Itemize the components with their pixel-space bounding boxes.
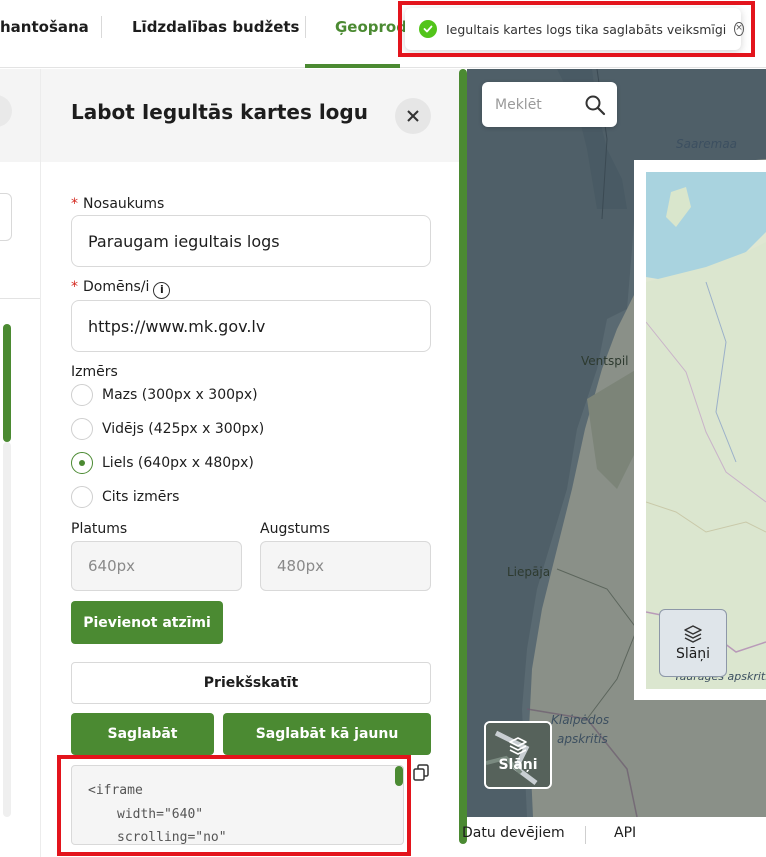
close-icon [407, 110, 419, 122]
map-label-ventspils: Ventspil [581, 354, 629, 368]
background-button [0, 95, 12, 127]
copy-icon[interactable] [412, 763, 432, 783]
layers-icon [684, 624, 702, 643]
code-line: <iframe [88, 783, 143, 798]
background-card [0, 162, 40, 857]
height-input[interactable]: 480px [260, 541, 431, 591]
add-marker-button[interactable]: Pievienot atzīmi [71, 601, 223, 644]
save-as-new-button[interactable]: Saglabāt kā jaunu [223, 713, 431, 755]
name-input[interactable]: Paraugam iegultais logs [71, 215, 431, 267]
size-option-medium[interactable]: Vidējs (425px x 300px) [71, 418, 264, 440]
footer-separator [585, 826, 586, 844]
layers-label: Slāņi [498, 757, 538, 773]
domain-label-text: Domēns/i [83, 279, 150, 295]
panel-header: Labot Iegultās kartes logu [41, 69, 461, 162]
map-label-liepaja: Liepāja [507, 565, 551, 579]
nav-item-izmantosana[interactable]: hantošana [0, 18, 89, 36]
radio-button[interactable] [71, 384, 93, 406]
nav-item-lidzdalibas-budzets[interactable]: Līdzdalības budžets [132, 18, 299, 36]
edit-embed-panel: Labot Iegultās kartes logu * Nosaukums Pa… [40, 69, 461, 857]
domain-input[interactable]: https://www.mk.gov.lv [71, 300, 431, 352]
toast-message: Iegultais kartes logs tika saglabāts vei… [446, 21, 727, 37]
name-label-text: Nosaukums [83, 196, 165, 212]
preview-button[interactable]: Priekšskatīt [71, 662, 431, 704]
map-label-apskritis: apskritis [557, 732, 608, 746]
radio-label: Mazs (300px x 300px) [102, 387, 258, 403]
size-option-custom[interactable]: Cits izmērs [71, 486, 179, 508]
embed-code-textarea[interactable]: <iframe width="640" scrolling="no" [71, 765, 404, 845]
code-line: width="640" [117, 807, 204, 822]
check-circle-icon [419, 20, 437, 38]
search-placeholder: Meklēt [495, 96, 542, 113]
search-icon[interactable] [584, 94, 606, 116]
nav-separator [101, 16, 102, 38]
layers-icon [509, 737, 527, 755]
background-input [0, 193, 12, 241]
name-label: * Nosaukums [71, 196, 164, 212]
domain-label: * Domēns/i i [71, 279, 171, 299]
success-toast: Iegultais kartes logs tika saglabāts vei… [405, 8, 744, 50]
size-label: Izmērs [71, 364, 118, 380]
map-label-saaremaa: Saaremaa [676, 137, 738, 151]
background-scrollbar-track [3, 442, 11, 817]
close-circle-icon[interactable]: × [734, 22, 744, 36]
panel-title: Labot Iegultās kartes logu [71, 100, 368, 124]
radio-button-checked[interactable] [71, 452, 93, 474]
radio-label: Liels (640px x 480px) [102, 455, 254, 471]
map-search-input[interactable]: Meklēt [482, 82, 617, 127]
nav-active-indicator [305, 64, 400, 68]
background-scrollbar-thumb[interactable] [3, 324, 11, 442]
preview-layers-button[interactable]: Slāņi [659, 609, 727, 677]
background-divider [0, 298, 40, 299]
app-root: hantošana Līdzdalības budžets Ģeoprod La… [0, 0, 766, 857]
radio-label: Vidējs (425px x 300px) [102, 421, 265, 437]
close-panel-button[interactable] [395, 98, 431, 134]
textarea-scrollbar-thumb[interactable] [395, 766, 403, 786]
panel-scrollbar-thumb[interactable] [459, 69, 467, 844]
page-footer: Datu devējiem API [462, 817, 766, 857]
map-label-klaipeda: Klaipėdos [551, 713, 610, 727]
width-input[interactable]: 640px [71, 541, 242, 591]
map-layers-button[interactable]: Slāņi [484, 721, 552, 789]
radio-dot [79, 460, 85, 466]
footer-link-data-providers[interactable]: Datu devējiem [462, 825, 565, 841]
footer-link-api[interactable]: API [614, 825, 636, 841]
required-mark: * [71, 279, 78, 295]
size-option-large[interactable]: Liels (640px x 480px) [71, 452, 254, 474]
nav-separator [305, 16, 306, 38]
radio-button[interactable] [71, 486, 93, 508]
layers-label: Slāņi [675, 645, 711, 662]
radio-button[interactable] [71, 418, 93, 440]
save-button[interactable]: Saglabāt [71, 713, 214, 755]
height-label: Augstums [260, 521, 330, 537]
code-line: scrolling="no" [117, 830, 227, 845]
info-icon[interactable]: i [153, 282, 171, 299]
radio-label: Cits izmērs [102, 489, 180, 505]
width-label: Platums [71, 521, 128, 537]
size-option-small[interactable]: Mazs (300px x 300px) [71, 384, 258, 406]
nav-item-geoprodukti[interactable]: Ģeoprod [335, 18, 407, 36]
required-mark: * [71, 196, 78, 212]
satellite-thumbnail [486, 723, 550, 787]
